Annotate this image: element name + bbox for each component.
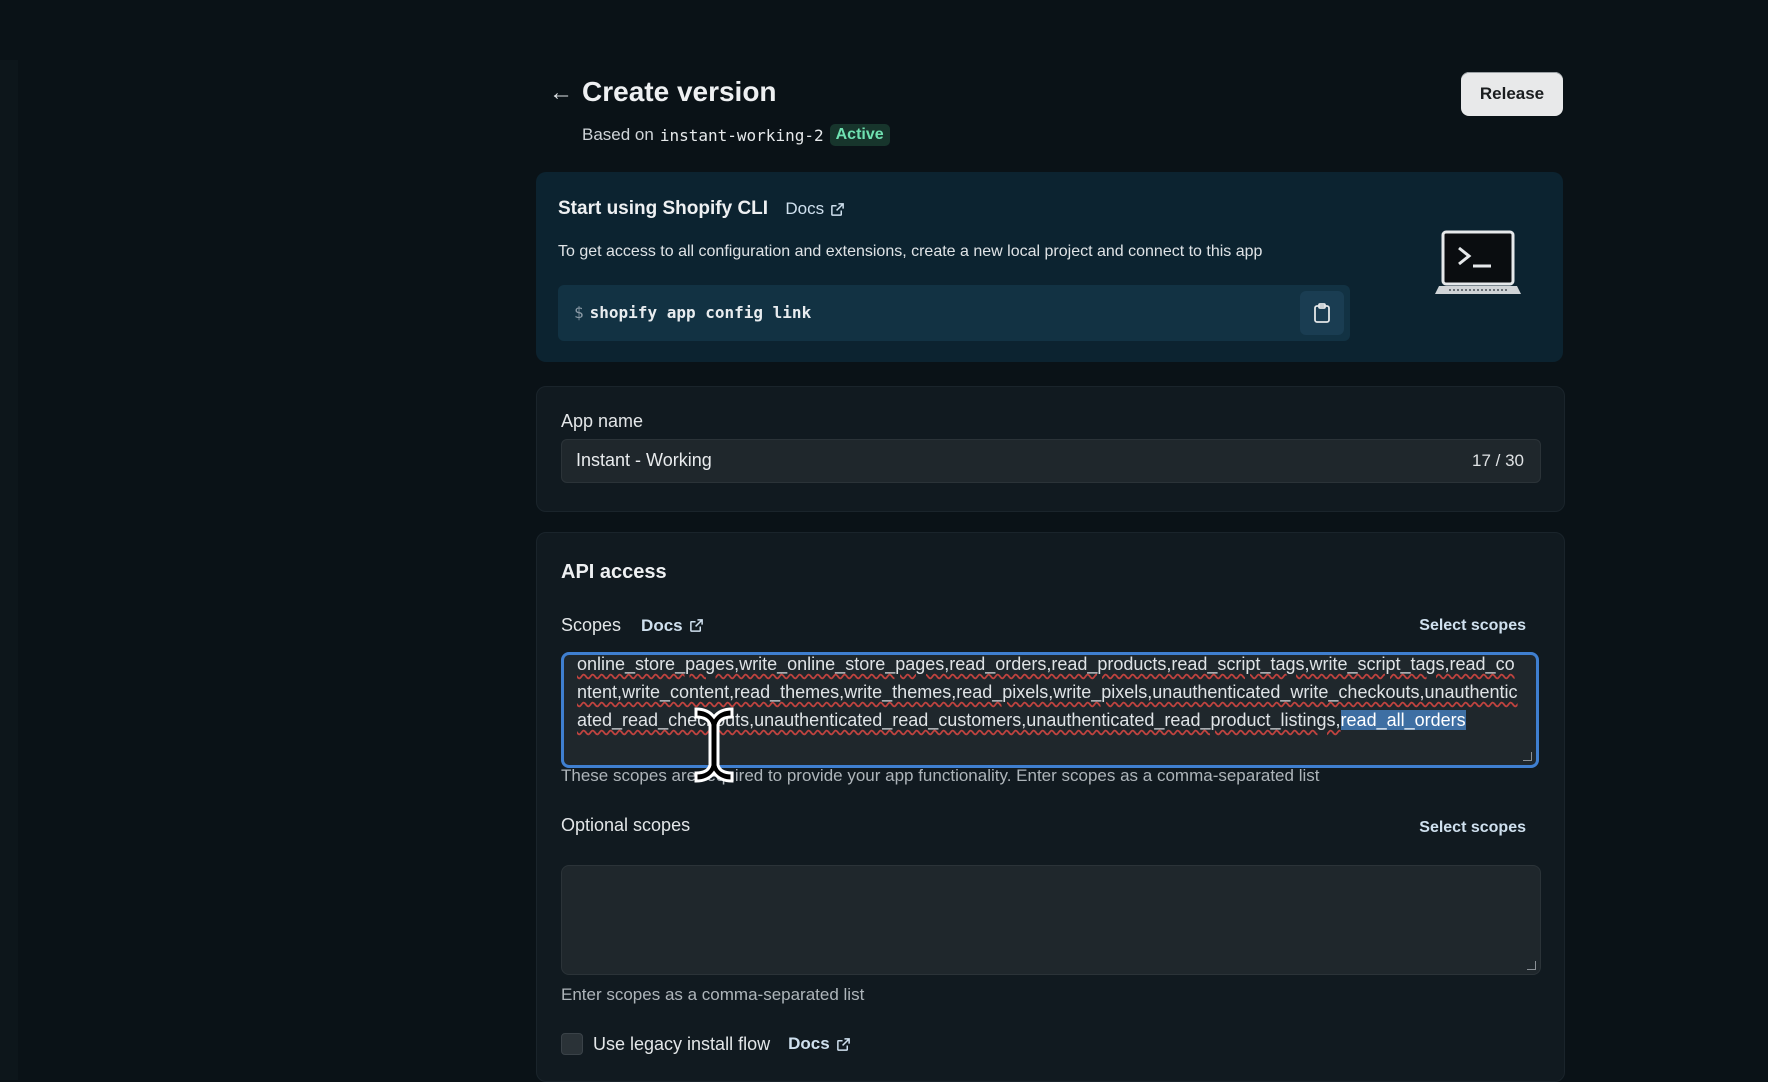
clipboard-icon — [1314, 303, 1330, 323]
app-name-input[interactable]: Instant - Working 17 / 30 — [561, 439, 1541, 483]
scopes-docs-label[interactable]: Docs — [641, 616, 683, 636]
app-name-value: Instant - Working — [576, 450, 712, 470]
app-name-card: App name Instant - Working 17 / 30 — [536, 386, 1565, 512]
legacy-install-label[interactable]: Use legacy install flow — [593, 1034, 770, 1055]
select-scopes-link[interactable]: Select scopes — [1419, 617, 1526, 635]
char-counter: 17 / 30 — [1472, 451, 1524, 470]
copy-button[interactable] — [1300, 291, 1344, 335]
page-title: Create version — [582, 76, 777, 107]
legacy-docs-label[interactable]: Docs — [788, 1034, 830, 1054]
version-subtitle: Based on instant-working-2 Active — [582, 124, 890, 146]
laptop-terminal-icon — [1435, 230, 1521, 294]
page-header: ← Create version Based on instant-workin… — [546, 72, 1563, 152]
cli-command[interactable]: $ shopify app config link — [574, 303, 811, 322]
optional-scopes-label: Optional scopes — [561, 815, 691, 835]
external-link-icon — [689, 619, 703, 632]
cli-description: To get access to all configuration and e… — [558, 243, 1263, 260]
text-cursor-icon — [694, 707, 734, 783]
back-arrow-icon[interactable]: ← — [546, 78, 576, 108]
legacy-docs-link[interactable]: Docs — [788, 1034, 851, 1054]
scopes-help-text: These scopes are required to provide you… — [561, 766, 1320, 785]
select-optional-scopes-link[interactable]: Select scopes — [1419, 819, 1526, 837]
left-edge-panel — [0, 60, 18, 1080]
cli-docs-label[interactable]: Docs — [785, 199, 824, 219]
scopes-label: Scopes — [561, 615, 622, 635]
legacy-install-row: Use legacy install flow Docs — [561, 1033, 851, 1055]
legacy-install-checkbox[interactable] — [561, 1033, 583, 1055]
cli-command-text: shopify app config link — [589, 303, 812, 322]
optional-scopes-textarea[interactable] — [561, 865, 1541, 975]
resize-handle[interactable] — [1523, 752, 1532, 761]
cli-banner-title: Start using Shopify CLI Docs — [558, 198, 845, 220]
app-name-label: App name — [561, 411, 644, 431]
base-version-name: instant-working-2 — [659, 125, 824, 145]
prompt-symbol: $ — [574, 303, 584, 322]
based-on-label: Based on — [582, 125, 654, 144]
cli-title-text: Start using Shopify CLI — [558, 198, 769, 219]
release-button[interactable]: Release — [1461, 72, 1563, 116]
api-access-title: API access — [561, 561, 667, 583]
api-access-card: API access Scopes Docs Select scopes onl… — [536, 532, 1565, 1082]
scopes-docs-link[interactable]: Docs — [641, 616, 704, 636]
status-badge: Active — [829, 124, 890, 146]
selected-scope-text: read_all_orders — [1340, 710, 1466, 730]
cli-command-box: $ shopify app config link — [558, 285, 1350, 341]
external-link-icon — [831, 202, 844, 216]
resize-handle[interactable] — [1527, 961, 1536, 970]
scopes-label-row: Scopes Docs — [561, 615, 704, 636]
optional-scopes-help-text: Enter scopes as a comma-separated list — [561, 985, 865, 1004]
shopify-cli-banner: Start using Shopify CLI Docs To get acce… — [536, 172, 1563, 362]
external-link-icon — [836, 1037, 850, 1051]
cli-docs-link[interactable]: Docs — [785, 199, 845, 219]
